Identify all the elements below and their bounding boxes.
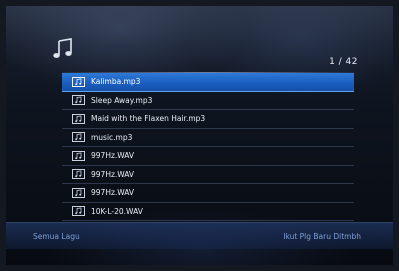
file-list: Kalimba.mp3 Sleep Away.mp3 Maid with the… xyxy=(62,73,354,221)
list-item[interactable]: 10K-L-20.WAV xyxy=(62,203,354,221)
file-name: 997Hz.WAV xyxy=(91,151,135,161)
audio-file-icon xyxy=(72,113,85,124)
page-indicator: 1 / 42 xyxy=(329,57,358,67)
list-item[interactable]: Maid with the Flaxen Hair.mp3 xyxy=(62,110,354,129)
audio-file-icon xyxy=(72,187,85,198)
audio-file-icon xyxy=(72,150,85,161)
file-name: 10K-L-20.WAV xyxy=(91,206,143,216)
list-item[interactable]: Kalimba.mp3 xyxy=(62,73,354,92)
file-name: Kalimba.mp3 xyxy=(91,77,141,87)
audio-file-icon xyxy=(72,95,85,106)
music-browser-screen: 1 / 42 Kalimba.mp3 Sleep Away.mp3 Maid w… xyxy=(0,0,399,271)
sort-by-newest-label[interactable]: Ikut Plg Baru Ditmbh xyxy=(283,232,361,241)
audio-file-icon xyxy=(72,206,85,217)
music-note-icon xyxy=(53,38,72,58)
list-item[interactable]: 997Hz.WAV xyxy=(62,147,354,166)
file-name: Sleep Away.mp3 xyxy=(91,95,153,105)
all-songs-label[interactable]: Semua Lagu xyxy=(33,232,80,241)
file-name: 997Hz.WAV xyxy=(91,169,135,179)
file-name: music.mp3 xyxy=(91,132,133,142)
file-name: Maid with the Flaxen Hair.mp3 xyxy=(91,114,206,124)
file-name: 997Hz.WAV xyxy=(91,188,135,198)
list-item[interactable]: Sleep Away.mp3 xyxy=(62,92,354,110)
audio-file-icon xyxy=(72,132,85,143)
audio-file-icon xyxy=(72,76,85,87)
list-item[interactable]: 997Hz.WAV xyxy=(62,166,354,184)
audio-file-icon xyxy=(72,169,85,180)
list-item[interactable]: music.mp3 xyxy=(62,129,354,147)
list-item[interactable]: 997Hz.WAV xyxy=(62,184,354,203)
